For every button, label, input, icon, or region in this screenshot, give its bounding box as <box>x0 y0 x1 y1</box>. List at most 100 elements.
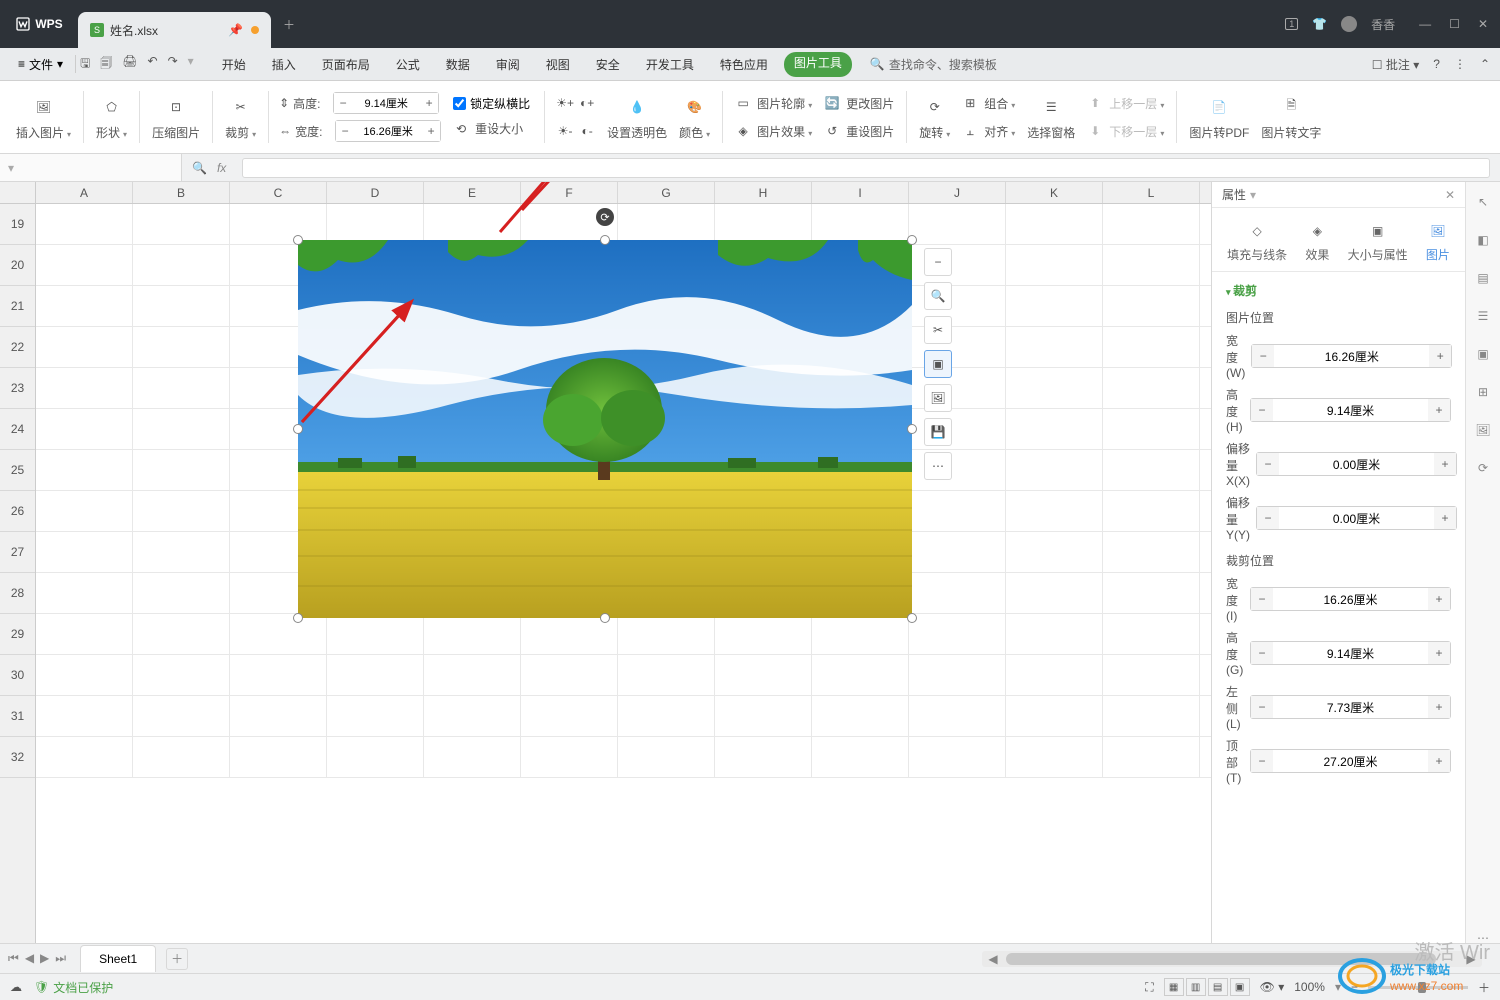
change-image-button[interactable]: 🔄更改图片 <box>824 92 894 114</box>
cell[interactable] <box>36 327 133 367</box>
cell[interactable] <box>1006 655 1103 695</box>
cell[interactable] <box>618 696 715 736</box>
resize-handle[interactable] <box>907 613 917 623</box>
resize-handle[interactable] <box>293 424 303 434</box>
new-tab-button[interactable]: ＋ <box>271 6 307 42</box>
help-button[interactable]: ? <box>1433 57 1440 71</box>
row-header[interactable]: 25 <box>0 450 35 491</box>
hamburger-button[interactable]: ≡ 文件 ▾ <box>10 54 71 75</box>
cell[interactable] <box>424 614 521 654</box>
prev-sheet-icon[interactable]: ◀ <box>25 951 34 966</box>
color-button[interactable]: 🎨颜色 <box>673 88 716 146</box>
image-icon[interactable]: 🖼 <box>1473 420 1493 440</box>
width-i-spinner[interactable]: −+ <box>1250 587 1451 611</box>
resize-handle[interactable] <box>600 613 610 623</box>
cell[interactable] <box>230 614 327 654</box>
row-header[interactable]: 20 <box>0 245 35 286</box>
cell[interactable] <box>909 614 1006 654</box>
cell[interactable] <box>1103 737 1200 777</box>
menu-insert[interactable]: 插入 <box>262 52 306 77</box>
row-header[interactable]: 23 <box>0 368 35 409</box>
cell[interactable] <box>133 491 230 531</box>
print-icon[interactable]: 🖨 <box>122 54 137 75</box>
cell[interactable] <box>133 204 230 244</box>
rotate-handle-icon[interactable]: ⟳ <box>596 208 614 226</box>
cell[interactable] <box>1103 696 1200 736</box>
layout-icon[interactable]: ▤ <box>1473 268 1493 288</box>
cell[interactable] <box>618 204 715 244</box>
reset-size-button[interactable]: ⟲重设大小 <box>453 118 530 140</box>
menu-special[interactable]: 特色应用 <box>710 52 778 77</box>
maximize-button[interactable]: ☐ <box>1449 17 1460 31</box>
cell[interactable] <box>521 655 618 695</box>
cell[interactable] <box>1103 573 1200 613</box>
cell[interactable] <box>1103 491 1200 531</box>
menu-formula[interactable]: 公式 <box>386 52 430 77</box>
cell[interactable] <box>715 655 812 695</box>
cell[interactable] <box>36 204 133 244</box>
cell[interactable] <box>1103 204 1200 244</box>
cell[interactable] <box>1006 368 1103 408</box>
file-tab[interactable]: S 姓名.xlsx 📌 <box>78 12 271 48</box>
username[interactable]: 香香 <box>1371 16 1395 33</box>
contrast-up-icon[interactable]: ◐+ <box>579 95 595 111</box>
cell[interactable] <box>1006 286 1103 326</box>
fit-icon[interactable]: ▣ <box>924 350 952 378</box>
cell[interactable] <box>1103 245 1200 285</box>
backup-icon[interactable]: ⟳ <box>1473 458 1493 478</box>
avatar-icon[interactable] <box>1341 16 1357 32</box>
column-header[interactable]: B <box>133 182 230 203</box>
cell[interactable] <box>424 696 521 736</box>
row-header[interactable]: 19 <box>0 204 35 245</box>
cell[interactable] <box>424 204 521 244</box>
cell[interactable] <box>36 491 133 531</box>
doc-protected[interactable]: 🛡文档已保护 <box>34 979 113 996</box>
next-sheet-icon[interactable]: ▶ <box>40 951 49 966</box>
row-header[interactable]: 29 <box>0 614 35 655</box>
cell[interactable] <box>1006 450 1103 490</box>
eye-icon[interactable]: 👁 ▾ <box>1260 980 1285 994</box>
gallery-icon[interactable]: ⊞ <box>1473 382 1493 402</box>
shape-button[interactable]: ⬠形状 <box>90 88 133 146</box>
cell[interactable] <box>133 245 230 285</box>
resize-handle[interactable] <box>293 235 303 245</box>
height-h-spinner[interactable]: −+ <box>1250 398 1451 422</box>
fullscreen-icon[interactable]: ⛶ <box>1145 980 1153 995</box>
cell[interactable] <box>36 450 133 490</box>
cell[interactable] <box>1103 368 1200 408</box>
cell[interactable] <box>1006 737 1103 777</box>
reading-view-icon[interactable]: ▤ <box>1208 978 1228 996</box>
save-icon[interactable]: 💾 <box>924 418 952 446</box>
app-logo[interactable]: WPS <box>0 16 78 32</box>
cell[interactable] <box>1103 409 1200 449</box>
cell[interactable] <box>1103 614 1200 654</box>
cell[interactable] <box>812 655 909 695</box>
cell[interactable] <box>133 737 230 777</box>
reset-image-button[interactable]: ↺重设图片 <box>824 120 894 142</box>
replace-icon[interactable]: 🖼 <box>924 384 952 412</box>
cell[interactable] <box>327 696 424 736</box>
cell[interactable] <box>812 696 909 736</box>
column-header[interactable]: G <box>618 182 715 203</box>
cell[interactable] <box>909 573 1006 613</box>
style-icon[interactable]: ◧ <box>1473 230 1493 250</box>
cell[interactable] <box>909 737 1006 777</box>
more-icon[interactable]: ⋯ <box>924 452 952 480</box>
inserted-image[interactable]: ⟳ <box>298 240 912 618</box>
first-sheet-icon[interactable]: ⏮ <box>8 951 19 966</box>
sheet-tab[interactable]: Sheet1 <box>80 945 156 972</box>
row-headers[interactable]: 1920212223242526272829303132 <box>0 204 36 960</box>
page-view-icon[interactable]: ▥ <box>1186 978 1206 996</box>
menu-security[interactable]: 安全 <box>586 52 630 77</box>
cell[interactable] <box>133 409 230 449</box>
cell[interactable] <box>909 204 1006 244</box>
cell[interactable] <box>1006 204 1103 244</box>
cell[interactable] <box>133 655 230 695</box>
pic-to-text-button[interactable]: 🗎图片转文字 <box>1255 88 1327 146</box>
resize-handle[interactable] <box>293 613 303 623</box>
cell[interactable] <box>327 614 424 654</box>
cell[interactable] <box>618 614 715 654</box>
menu-layout[interactable]: 页面布局 <box>312 52 380 77</box>
pic-to-pdf-button[interactable]: 📄图片转PDF <box>1183 88 1255 146</box>
fx-icon[interactable]: fx <box>217 161 226 175</box>
